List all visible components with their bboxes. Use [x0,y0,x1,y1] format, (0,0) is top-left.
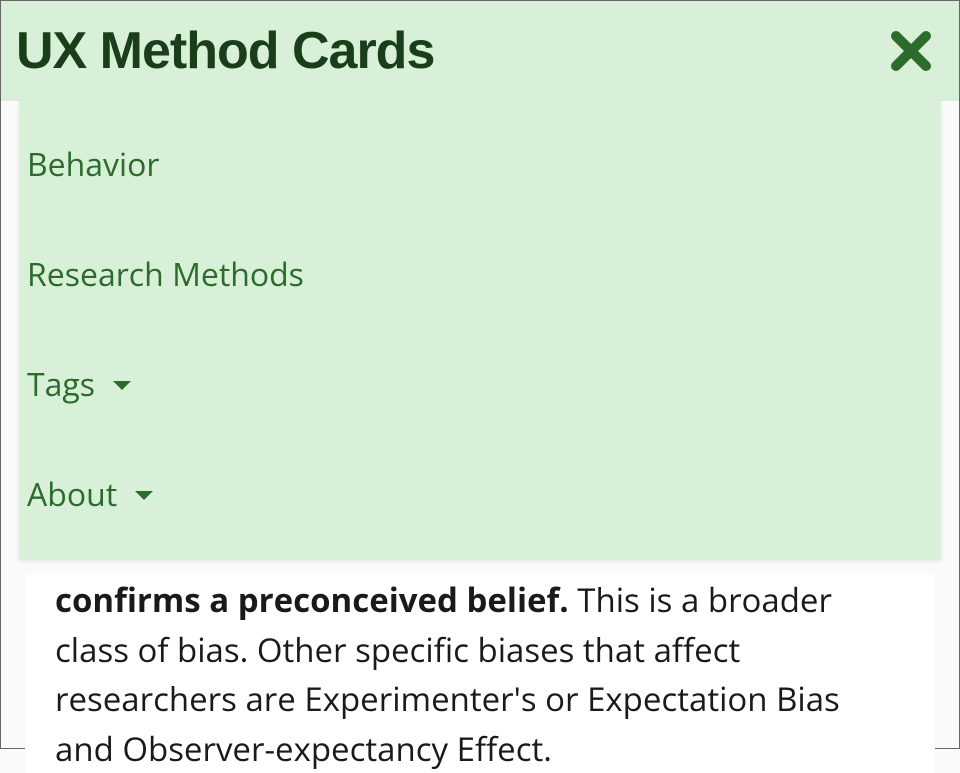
site-title[interactable]: UX Method Cards [16,21,434,81]
caret-down-icon [133,488,155,502]
caret-down-icon [111,378,133,392]
menu-item-label: Behavior [27,149,159,181]
menu-item-behavior[interactable]: Behavior [27,129,933,201]
menu-item-research-methods[interactable]: Research Methods [27,239,933,311]
menu-item-about[interactable]: About [27,459,933,531]
menu-item-tags[interactable]: Tags [27,349,933,421]
menu-item-label: Research Methods [27,259,304,291]
close-icon[interactable] [888,28,934,74]
menu-item-label: About [27,479,117,511]
article-content: confirms a preconceived belief. This is … [25,575,935,773]
menu-panel: Behavior Research Methods Tags About [19,101,941,559]
menu-item-label: Tags [27,369,95,401]
header: UX Method Cards [1,1,959,101]
content-bold-fragment: confirms a preconceived belief. [55,577,569,622]
